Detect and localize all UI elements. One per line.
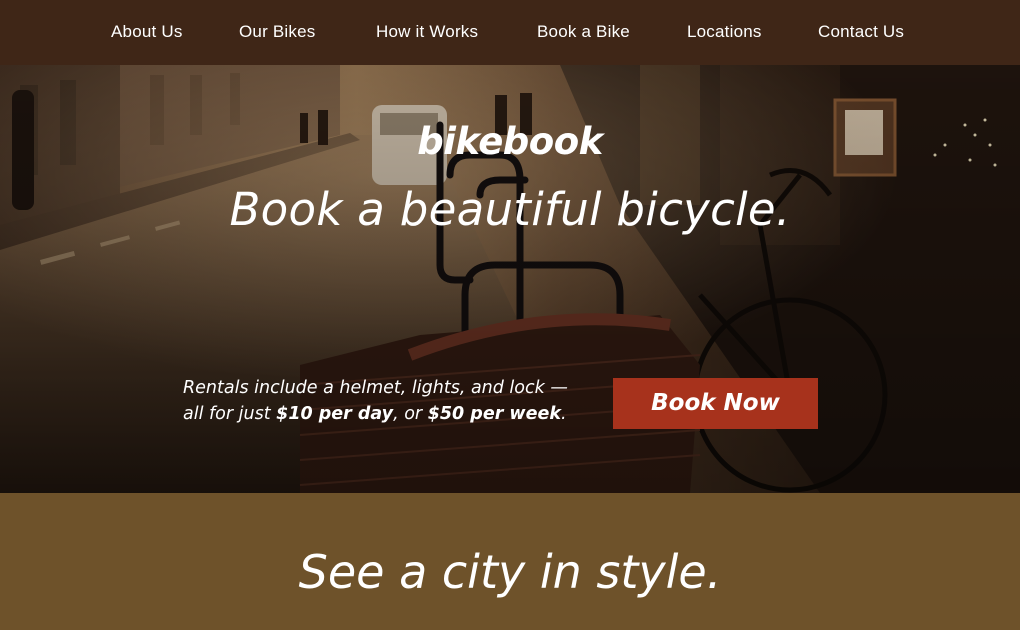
section-title: See a city in style. — [298, 545, 722, 599]
nav-contact-us[interactable]: Contact Us — [818, 0, 904, 65]
see-city-section: See a city in style. — [0, 493, 1020, 630]
top-nav: About Us Our Bikes How it Works Book a B… — [0, 0, 1020, 65]
hero-section: bikebook Book a beautiful bicycle. Renta… — [0, 65, 1020, 493]
rental-suffix: . — [560, 404, 567, 424]
book-now-button[interactable]: Book Now — [613, 378, 818, 429]
hero-tagline: Book a beautiful bicycle. — [229, 183, 791, 236]
rental-mid: , or — [393, 404, 428, 424]
rental-line-1: Rentals include a helmet, lights, and lo… — [183, 378, 568, 398]
price-per-day: $10 per day — [276, 404, 394, 424]
nav-locations[interactable]: Locations — [687, 0, 762, 65]
bikebook-logo: bikebook — [417, 120, 603, 163]
rental-prefix: all for just — [183, 404, 277, 424]
nav-our-bikes[interactable]: Our Bikes — [239, 0, 315, 65]
price-per-week: $50 per week — [427, 404, 561, 424]
rental-info: Rentals include a helmet, lights, and lo… — [183, 375, 603, 427]
nav-how-it-works[interactable]: How it Works — [376, 0, 478, 65]
nav-about-us[interactable]: About Us — [111, 0, 183, 65]
nav-book-a-bike[interactable]: Book a Bike — [537, 0, 630, 65]
